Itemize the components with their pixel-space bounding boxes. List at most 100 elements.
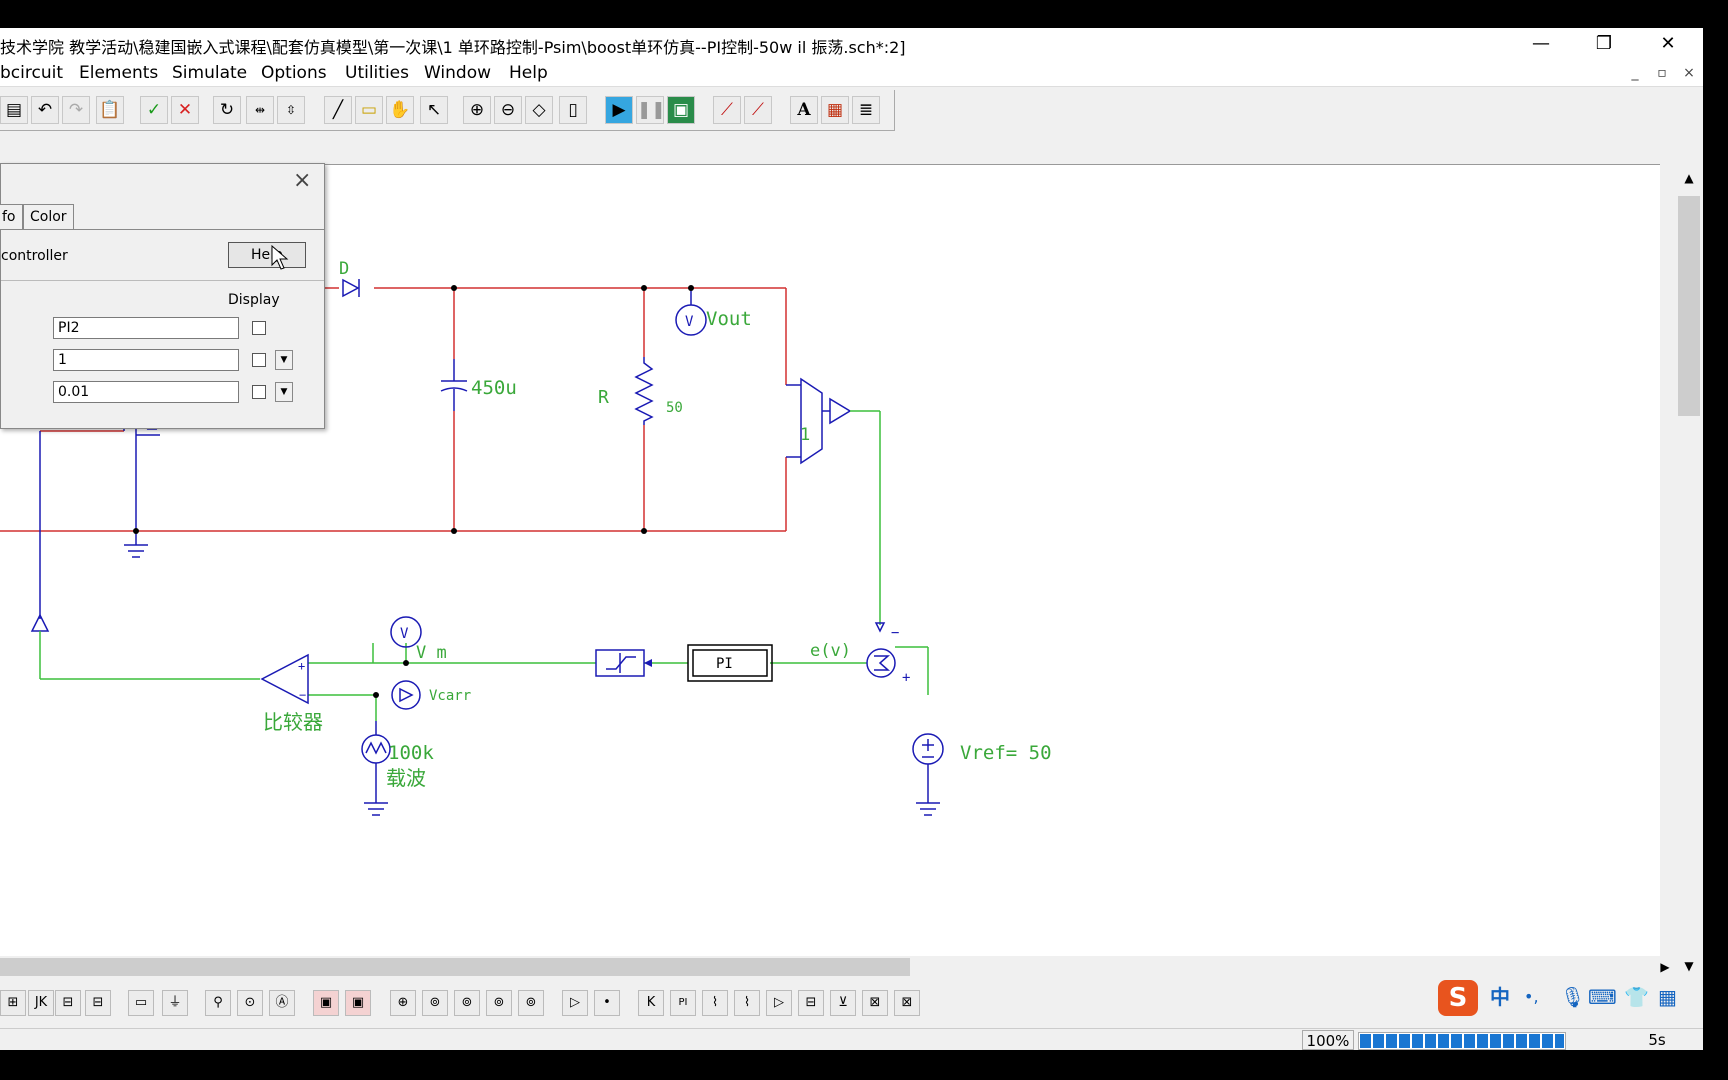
bitmap-icon[interactable]: ▦ [821,96,849,124]
switch-symbol [30,417,160,632]
register2-icon[interactable]: ⊟ [85,990,111,1016]
display-gain-checkbox[interactable] [252,353,266,367]
mdi-restore-button[interactable]: ▫ [1651,64,1673,82]
zoom-fit-icon[interactable]: ◇ [525,96,553,124]
flip-ud-icon[interactable]: ⇳ [277,96,305,124]
error-label: e(v) [810,641,851,661]
menu-options[interactable]: Options [261,63,327,83]
jk-ff-icon[interactable]: ⊞ [0,990,26,1016]
clipboard-icon[interactable]: 📋 [96,96,124,124]
help-button[interactable]: Help [228,242,306,268]
zoom-out-icon[interactable]: ⊖ [494,96,522,124]
vertical-scroll-thumb[interactable] [1678,196,1700,416]
time-constant-dropdown-icon[interactable]: ▼ [275,382,293,402]
grid-icon[interactable]: ▦ [1658,982,1677,1012]
text-icon[interactable]: A [790,96,818,124]
meter-d-icon[interactable]: ⊚ [486,990,512,1016]
rotate-icon[interactable]: ↻ [213,96,241,124]
source-icon[interactable]: ⚲ [205,990,231,1016]
menu-subcircuit[interactable]: bcircuit [0,63,63,83]
page-icon[interactable]: ▯ [559,96,587,124]
scroll-up-icon[interactable]: ▲ [1678,168,1700,188]
ime-logo-icon[interactable]: S [1438,980,1478,1016]
cross-icon[interactable]: ✕ [171,96,199,124]
ac-source-icon[interactable]: ⊙ [237,990,263,1016]
ime-mode-toggle[interactable]: 中 [1490,982,1510,1012]
k-block-icon[interactable]: K [638,990,664,1016]
sum-icon[interactable]: ⊟ [798,990,824,1016]
meter-e-icon[interactable]: ⊚ [518,990,544,1016]
menu-elements[interactable]: Elements [79,63,158,83]
paste-icon[interactable]: ▤ [0,96,28,124]
dialog-close-button[interactable]: × [293,168,311,193]
flip-lr-icon[interactable]: ⇹ [246,96,274,124]
vref-source [912,733,944,816]
minimize-button[interactable]: — [1513,28,1569,60]
limiter-icon[interactable]: ⌇ [702,990,728,1016]
keyboard-icon[interactable]: ⌨ [1588,982,1617,1012]
node-icon[interactable]: • [594,990,620,1016]
menu-window[interactable]: Window [424,63,491,83]
vm-label: V m [416,643,447,663]
mdi-close-button[interactable]: × [1678,64,1700,82]
limiter2-icon[interactable]: ⌇ [734,990,760,1016]
select-icon[interactable]: ↖ [420,96,448,124]
scroll-right-icon[interactable]: ▶ [1654,957,1676,977]
resistor-value-label: 50 [666,400,683,416]
restore-button[interactable]: ❐ [1576,28,1632,60]
name-field[interactable]: PI2 [53,317,239,339]
register-icon[interactable]: ⊟ [55,990,81,1016]
undo-icon[interactable]: ↶ [31,96,59,124]
horizontal-scrollbar[interactable]: ▶ [0,956,1676,978]
list-icon[interactable]: ≣ [852,96,880,124]
run-simulation-icon[interactable]: ▶ [605,96,633,124]
ttl-icon[interactable]: ▭ [128,990,154,1016]
horizontal-scroll-thumb[interactable] [0,958,910,976]
close-button[interactable]: ✕ [1640,28,1696,60]
shirt-icon[interactable]: 👕 [1624,982,1649,1012]
simview-icon[interactable]: ▣ [667,96,695,124]
check-icon[interactable]: ✓ [140,96,168,124]
scope2-icon[interactable]: ▣ [345,990,371,1016]
diode-lamp-icon[interactable]: ⊻ [830,990,856,1016]
mdi-minimize-button[interactable]: _ [1624,64,1646,82]
probe-diff-icon[interactable]: ⟋ [744,96,772,124]
jk-ff2-icon[interactable]: JK [28,990,54,1016]
gain-field[interactable]: 1 [53,349,239,371]
scroll-down-icon[interactable]: ▼ [1678,956,1700,976]
menu-simulate[interactable]: Simulate [172,63,247,83]
title-bar: 技术学院 教学活动\稳建国嵌入式课程\配套仿真模型\第一次课\1 单环路控制-P… [0,28,1703,60]
amp-icon[interactable]: ▷ [766,990,792,1016]
tab-info[interactable]: fo [0,204,23,229]
mic-icon[interactable]: 🎙 [1560,982,1585,1012]
label-icon[interactable]: ▭ [355,96,383,124]
menu-help[interactable]: Help [509,63,548,83]
wire-icon[interactable]: ╱ [324,96,352,124]
diode-label: D [339,259,349,279]
tab-color[interactable]: Color [23,204,74,229]
meter-c-icon[interactable]: ⊚ [454,990,480,1016]
display-time-constant-checkbox[interactable] [252,385,266,399]
pi-block-icon[interactable]: PI [670,990,696,1016]
gate-icon[interactable]: ▷ [562,990,588,1016]
menu-utilities[interactable]: Utilities [345,63,409,83]
time-constant-field[interactable]: 0.01 [53,381,239,403]
mux-icon[interactable]: ⊠ [862,990,888,1016]
scope-icon[interactable]: ▣ [313,990,339,1016]
pause-icon[interactable]: ❚❚ [636,96,666,124]
display-name-checkbox[interactable] [252,321,266,335]
probe-icon[interactable]: ⟋ [713,96,741,124]
redo-icon[interactable]: ↷ [62,96,90,124]
gain-dropdown-icon[interactable]: ▼ [275,350,293,370]
zoom-in-icon[interactable]: ⊕ [463,96,491,124]
meter-b-icon[interactable]: ⊚ [422,990,448,1016]
ground-icon[interactable]: ⏚ [162,990,188,1016]
comp-plus: + [298,659,305,673]
pan-icon[interactable]: ✋ [386,96,414,124]
ime-punct-toggle[interactable]: •, [1524,982,1539,1012]
meter-a-icon[interactable]: ⊕ [390,990,416,1016]
vertical-scrollbar[interactable]: ▲ ▼ [1676,166,1703,978]
current-source-icon[interactable]: Ⓐ [269,990,295,1016]
sensor-gain-label: 1 [800,425,810,445]
demux-icon[interactable]: ⊠ [894,990,920,1016]
